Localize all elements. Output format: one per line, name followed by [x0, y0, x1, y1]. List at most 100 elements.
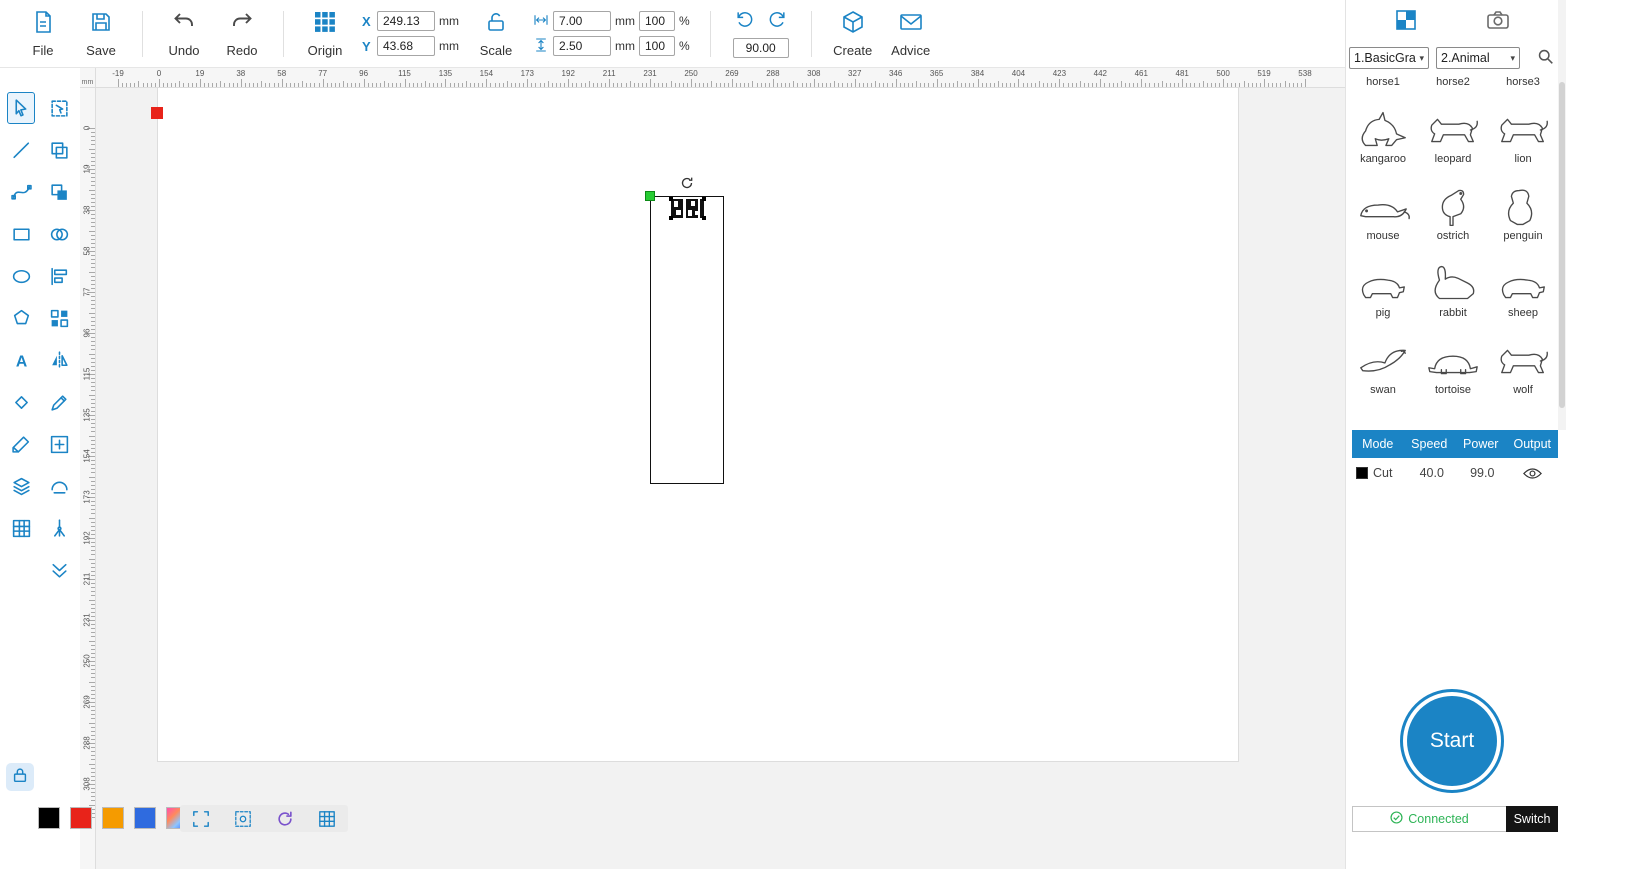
shapes-icon [1394, 8, 1418, 37]
column-header-output[interactable]: Output [1507, 437, 1559, 451]
ruler-left-label: 288 [82, 736, 92, 750]
shape-item-tortoise[interactable]: tortoise [1418, 324, 1488, 401]
text-tool[interactable]: A [7, 344, 35, 376]
weld-tool[interactable] [45, 470, 73, 502]
shape-item-kangaroo[interactable]: kangaroo [1348, 93, 1418, 170]
process-table: Mode Speed Power Output Cut 40.0 99.0 [1352, 430, 1558, 488]
ruler-top-label: 384 [970, 69, 985, 78]
shape-item-horse1[interactable]: horse1 [1348, 76, 1418, 93]
y-label: Y [362, 38, 371, 54]
clone-tool[interactable] [45, 176, 73, 208]
align-tool[interactable] [45, 260, 73, 292]
preview-tool[interactable] [231, 807, 255, 831]
category-dropdown-2[interactable]: 2.Animal ▾ [1436, 47, 1520, 69]
shape-item-horse3[interactable]: horse3 [1488, 76, 1558, 93]
canvas-viewport[interactable] [96, 88, 1345, 869]
frame-tool[interactable] [189, 807, 213, 831]
object-handle[interactable] [702, 216, 706, 220]
width-percent-input[interactable] [639, 11, 675, 31]
array-tool[interactable] [7, 512, 35, 544]
category-dropdown-1[interactable]: 1.BasicGra ▾ [1349, 47, 1429, 69]
drop-anchor-tool[interactable] [45, 554, 73, 586]
rotation-input[interactable] [732, 38, 789, 58]
x-input[interactable] [377, 11, 435, 31]
shape-item-pig[interactable]: pig [1348, 247, 1418, 324]
shape-item-ostrich[interactable]: ostrich [1418, 170, 1488, 247]
height-input[interactable] [553, 36, 611, 56]
node-select-tool[interactable] [45, 92, 73, 124]
height-percent-input[interactable] [639, 36, 675, 56]
column-header-mode[interactable]: Mode [1352, 437, 1404, 451]
shape-item-horse2[interactable]: horse2 [1418, 76, 1488, 93]
advice-button[interactable]: Advice [882, 10, 940, 58]
grid-tool[interactable] [315, 807, 339, 831]
create-button[interactable]: Create [824, 10, 882, 58]
layers-tool[interactable] [7, 470, 35, 502]
selection-anchor-handle[interactable] [645, 191, 655, 201]
start-button[interactable]: Start [1400, 689, 1504, 793]
mirror-tool[interactable] [45, 344, 73, 376]
lock-button[interactable] [6, 763, 34, 791]
object-handle[interactable] [669, 197, 673, 201]
color-swatch-orange[interactable] [102, 807, 124, 829]
save-button[interactable]: Save [72, 10, 130, 58]
knife-tool[interactable] [7, 428, 35, 460]
polygon-tool[interactable] [7, 302, 35, 334]
height-percent-sign: % [679, 39, 690, 53]
object-handle[interactable] [669, 216, 673, 220]
search-button[interactable] [1537, 48, 1557, 68]
shape-item-mouse[interactable]: mouse [1348, 170, 1418, 247]
refresh-tool[interactable] [273, 807, 297, 831]
ellipse-tool[interactable] [7, 260, 35, 292]
shape-item-sheep[interactable]: sheep [1488, 247, 1558, 324]
shape-item-swan[interactable]: swan [1348, 324, 1418, 401]
grid-group-tool[interactable] [45, 302, 73, 334]
color-swatch-blue[interactable] [134, 807, 156, 829]
rotate-left-icon[interactable] [734, 9, 754, 34]
y-input[interactable] [377, 36, 435, 56]
shape-item-penguin[interactable]: penguin [1488, 170, 1558, 247]
layer-visibility-toggle[interactable] [1508, 466, 1559, 480]
redo-button[interactable]: Redo [213, 10, 271, 58]
scrollbar-thumb[interactable] [1559, 82, 1565, 408]
shape-library-tab[interactable] [1392, 8, 1420, 36]
shape-item-rabbit[interactable]: rabbit [1418, 247, 1488, 324]
shape-grid-scrollbar[interactable] [1558, 0, 1566, 430]
rotate-right-icon[interactable] [768, 9, 788, 34]
ruler-top-label: 250 [684, 69, 698, 78]
laser-tool[interactable] [45, 512, 73, 544]
curve-tool[interactable] [7, 176, 35, 208]
shape-item-lion[interactable]: lion [1488, 93, 1558, 170]
layer-mode-cell[interactable]: Cut [1352, 466, 1407, 480]
origin-button[interactable]: Origin [296, 10, 354, 58]
ruler-left-label: 231 [82, 613, 92, 627]
width-input[interactable] [553, 11, 611, 31]
process-row[interactable]: Cut 40.0 99.0 [1352, 458, 1558, 488]
column-header-power[interactable]: Power [1455, 437, 1507, 451]
edit-tool[interactable] [45, 386, 73, 418]
rectangle-tool[interactable] [7, 218, 35, 250]
duplicate-tool[interactable] [45, 134, 73, 166]
boolean-tool[interactable] [45, 218, 73, 250]
grid-add-tool[interactable] [45, 428, 73, 460]
object-handle[interactable] [702, 197, 706, 201]
shape-item-leopard[interactable]: leopard [1418, 93, 1488, 170]
switch-device-button[interactable]: Switch [1506, 806, 1558, 832]
ruler-unit-corner: mm [80, 68, 96, 88]
select-tool[interactable] [7, 92, 35, 124]
selected-rectangle-shape[interactable] [645, 177, 724, 484]
selected-barcode-object[interactable] [669, 197, 706, 220]
rotate-handle[interactable] [680, 176, 694, 190]
shape-item-wolf[interactable]: wolf [1488, 324, 1558, 401]
color-swatch-red[interactable] [70, 807, 92, 829]
undo-button[interactable]: Undo [155, 10, 213, 58]
column-header-speed[interactable]: Speed [1404, 437, 1456, 451]
color-swatch-black[interactable] [38, 807, 60, 829]
scale-lock-button[interactable]: Scale [467, 10, 525, 58]
camera-tab[interactable] [1484, 8, 1512, 36]
eraser-tool[interactable] [7, 386, 35, 418]
height-unit: mm [615, 39, 635, 53]
file-button[interactable]: File [14, 10, 72, 58]
line-tool[interactable] [7, 134, 35, 166]
penguin-icon [1494, 184, 1552, 230]
